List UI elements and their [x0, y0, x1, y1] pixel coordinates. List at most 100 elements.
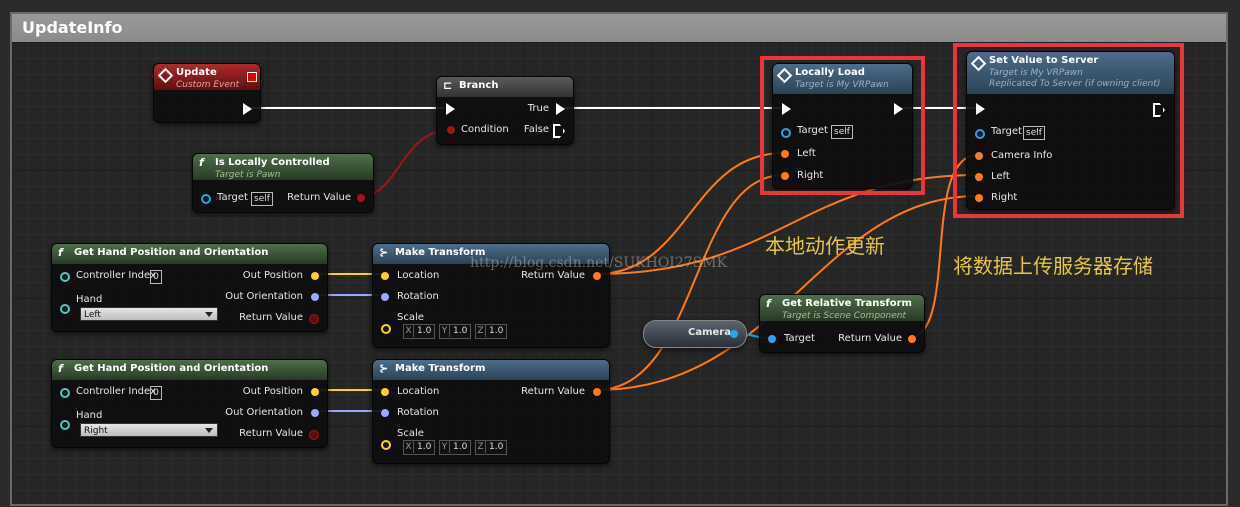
grt-return-label: Return Value [838, 333, 902, 344]
function-icon: f [766, 297, 771, 310]
graph-title: UpdateInfo [22, 18, 123, 37]
mt1-location-pin[interactable] [381, 272, 389, 280]
mt2-location-pin[interactable] [381, 388, 389, 396]
ghpo2-node-header: f Get Hand Position and Orientation [52, 360, 327, 380]
make-transform-node-2[interactable]: ⊱ Make Transform Location Rotation Scale… [372, 359, 610, 464]
ghpo1-out-orientation-pin[interactable] [311, 293, 319, 301]
ghpo1-node-title: Get Hand Position and Orientation [74, 247, 269, 258]
ghpo2-hand-dropdown[interactable]: Right [80, 423, 218, 437]
camera-output-pin[interactable] [730, 330, 738, 338]
update-event-node[interactable]: Update Custom Event [153, 63, 261, 123]
ghpo1-return-pin[interactable] [309, 314, 319, 324]
function-icon: f [199, 156, 204, 169]
mt2-rotation-label: Rotation [397, 407, 439, 418]
event-diamond-icon [157, 67, 174, 84]
ghpo1-return-label: Return Value [239, 312, 303, 323]
graph-title-bar: UpdateInfo [12, 14, 1226, 42]
branch-node-title: Branch [459, 80, 499, 91]
update-exec-out-pin[interactable] [243, 103, 252, 115]
mt2-rotation-pin[interactable] [381, 409, 389, 417]
ghpo2-controller-index-pin[interactable] [60, 388, 70, 398]
ghpo2-hand-label: Hand [76, 410, 103, 421]
mt1-return-pin[interactable] [593, 272, 601, 280]
ilc-target-value[interactable]: self [251, 192, 273, 206]
branch-true-label: True [527, 103, 549, 114]
axis-x-label: X [404, 325, 414, 337]
axis-x-label: X [404, 441, 414, 453]
annotation-upload-server: 将数据上传服务器存储 [953, 254, 1153, 278]
mt2-node-title: Make Transform [395, 363, 486, 374]
axis-y-label: Y [440, 325, 450, 337]
ghpo1-hand-dropdown[interactable]: Left [80, 307, 218, 321]
ghpo1-hand-value: Left [84, 310, 101, 320]
ghpo2-out-orientation-pin[interactable] [311, 409, 319, 417]
branch-condition-pin[interactable] [447, 126, 455, 134]
mt2-scale-z-value: 1.0 [489, 442, 504, 452]
is-locally-controlled-node[interactable]: f Is Locally Controlled Target is Pawn T… [192, 153, 374, 213]
branch-false-label: False [523, 124, 549, 135]
ghpo1-hand-label: Hand [76, 294, 103, 305]
chevron-down-icon [205, 428, 213, 433]
mt1-scale-z-input[interactable]: Z 1.0 [475, 324, 507, 339]
ghpo2-controller-index-input[interactable]: 0 [150, 386, 162, 400]
branch-node[interactable]: ⊏ Branch True Condition False [436, 76, 574, 145]
mt1-rotation-pin[interactable] [381, 293, 389, 301]
mt1-scale-x-value: 1.0 [417, 326, 432, 336]
ilc-return-label: Return Value [287, 192, 351, 203]
ghpo1-controller-index-pin[interactable] [60, 272, 70, 282]
mt1-scale-x-input[interactable]: X 1.0 [403, 324, 435, 339]
mt1-scale-label: Scale [397, 312, 424, 323]
make-struct-icon: ⊱ [379, 246, 389, 259]
grt-node-header: f Get Relative Transform Target is Scene… [760, 295, 924, 321]
branch-icon: ⊏ [443, 79, 453, 92]
ghpo1-out-position-pin[interactable] [311, 272, 319, 280]
event-delegate-pin[interactable] [247, 72, 257, 82]
mt2-scale-y-input[interactable]: Y 1.0 [439, 440, 471, 455]
mt2-scale-y-value: 1.0 [453, 442, 468, 452]
get-hand-position-node-left[interactable]: f Get Hand Position and Orientation Cont… [51, 243, 328, 332]
ilc-target-pin[interactable] [201, 194, 211, 204]
grt-target-label: Target [784, 333, 815, 344]
ghpo2-hand-pin[interactable] [60, 420, 70, 430]
update-node-title: Update [176, 67, 217, 78]
get-hand-position-node-right[interactable]: f Get Hand Position and Orientation Cont… [51, 359, 328, 448]
mt2-scale-x-input[interactable]: X 1.0 [403, 440, 435, 455]
mt1-return-label: Return Value [521, 270, 585, 281]
ghpo2-out-position-pin[interactable] [311, 388, 319, 396]
ghpo1-controller-index-label: Controller Index [76, 270, 156, 281]
make-struct-icon: ⊱ [379, 362, 389, 375]
mt2-scale-pin[interactable] [381, 440, 391, 450]
mt2-scale-z-input[interactable]: Z 1.0 [475, 440, 507, 455]
grt-node-title: Get Relative Transform [782, 298, 912, 309]
watermark-text: http://blog.csdn.net/SUKHOI27SMK [470, 255, 728, 271]
grt-return-pin[interactable] [908, 335, 916, 343]
annotation-local-update: 本地动作更新 [765, 234, 885, 258]
ghpo2-return-pin[interactable] [309, 430, 319, 440]
ghpo2-node-title: Get Hand Position and Orientation [74, 363, 269, 374]
ilc-node-subtitle: Target is Pawn [215, 170, 281, 180]
update-node-header: Update Custom Event [154, 64, 260, 90]
mt1-scale-y-input[interactable]: Y 1.0 [439, 324, 471, 339]
mt2-return-pin[interactable] [593, 388, 601, 396]
ilc-return-pin[interactable] [357, 194, 365, 202]
branch-exec-in-pin[interactable] [446, 103, 455, 115]
update-node-subtitle: Custom Event [176, 80, 240, 90]
camera-variable-node[interactable]: Camera [643, 320, 747, 348]
ghpo1-out-orientation-label: Out Orientation [225, 291, 303, 302]
get-relative-transform-node[interactable]: f Get Relative Transform Target is Scene… [759, 294, 925, 353]
ghpo1-hand-pin[interactable] [60, 304, 70, 314]
grt-target-pin[interactable] [768, 335, 776, 343]
ghpo1-node-header: f Get Hand Position and Orientation [52, 244, 327, 264]
mt1-scale-pin[interactable] [381, 324, 391, 334]
mt1-scale-z-value: 1.0 [489, 326, 504, 336]
chevron-down-icon [205, 312, 213, 317]
ghpo2-out-position-label: Out Position [242, 386, 303, 397]
ghpo1-controller-index-input[interactable]: 0 [150, 270, 162, 284]
ghpo2-out-orientation-label: Out Orientation [225, 407, 303, 418]
ghpo2-controller-index-label: Controller Index [76, 386, 156, 397]
mt1-scale-y-value: 1.0 [453, 326, 468, 336]
camera-variable-label: Camera [688, 327, 731, 338]
mt2-scale-x-value: 1.0 [417, 442, 432, 452]
branch-true-pin[interactable] [556, 103, 565, 115]
branch-false-pin[interactable] [553, 124, 565, 138]
